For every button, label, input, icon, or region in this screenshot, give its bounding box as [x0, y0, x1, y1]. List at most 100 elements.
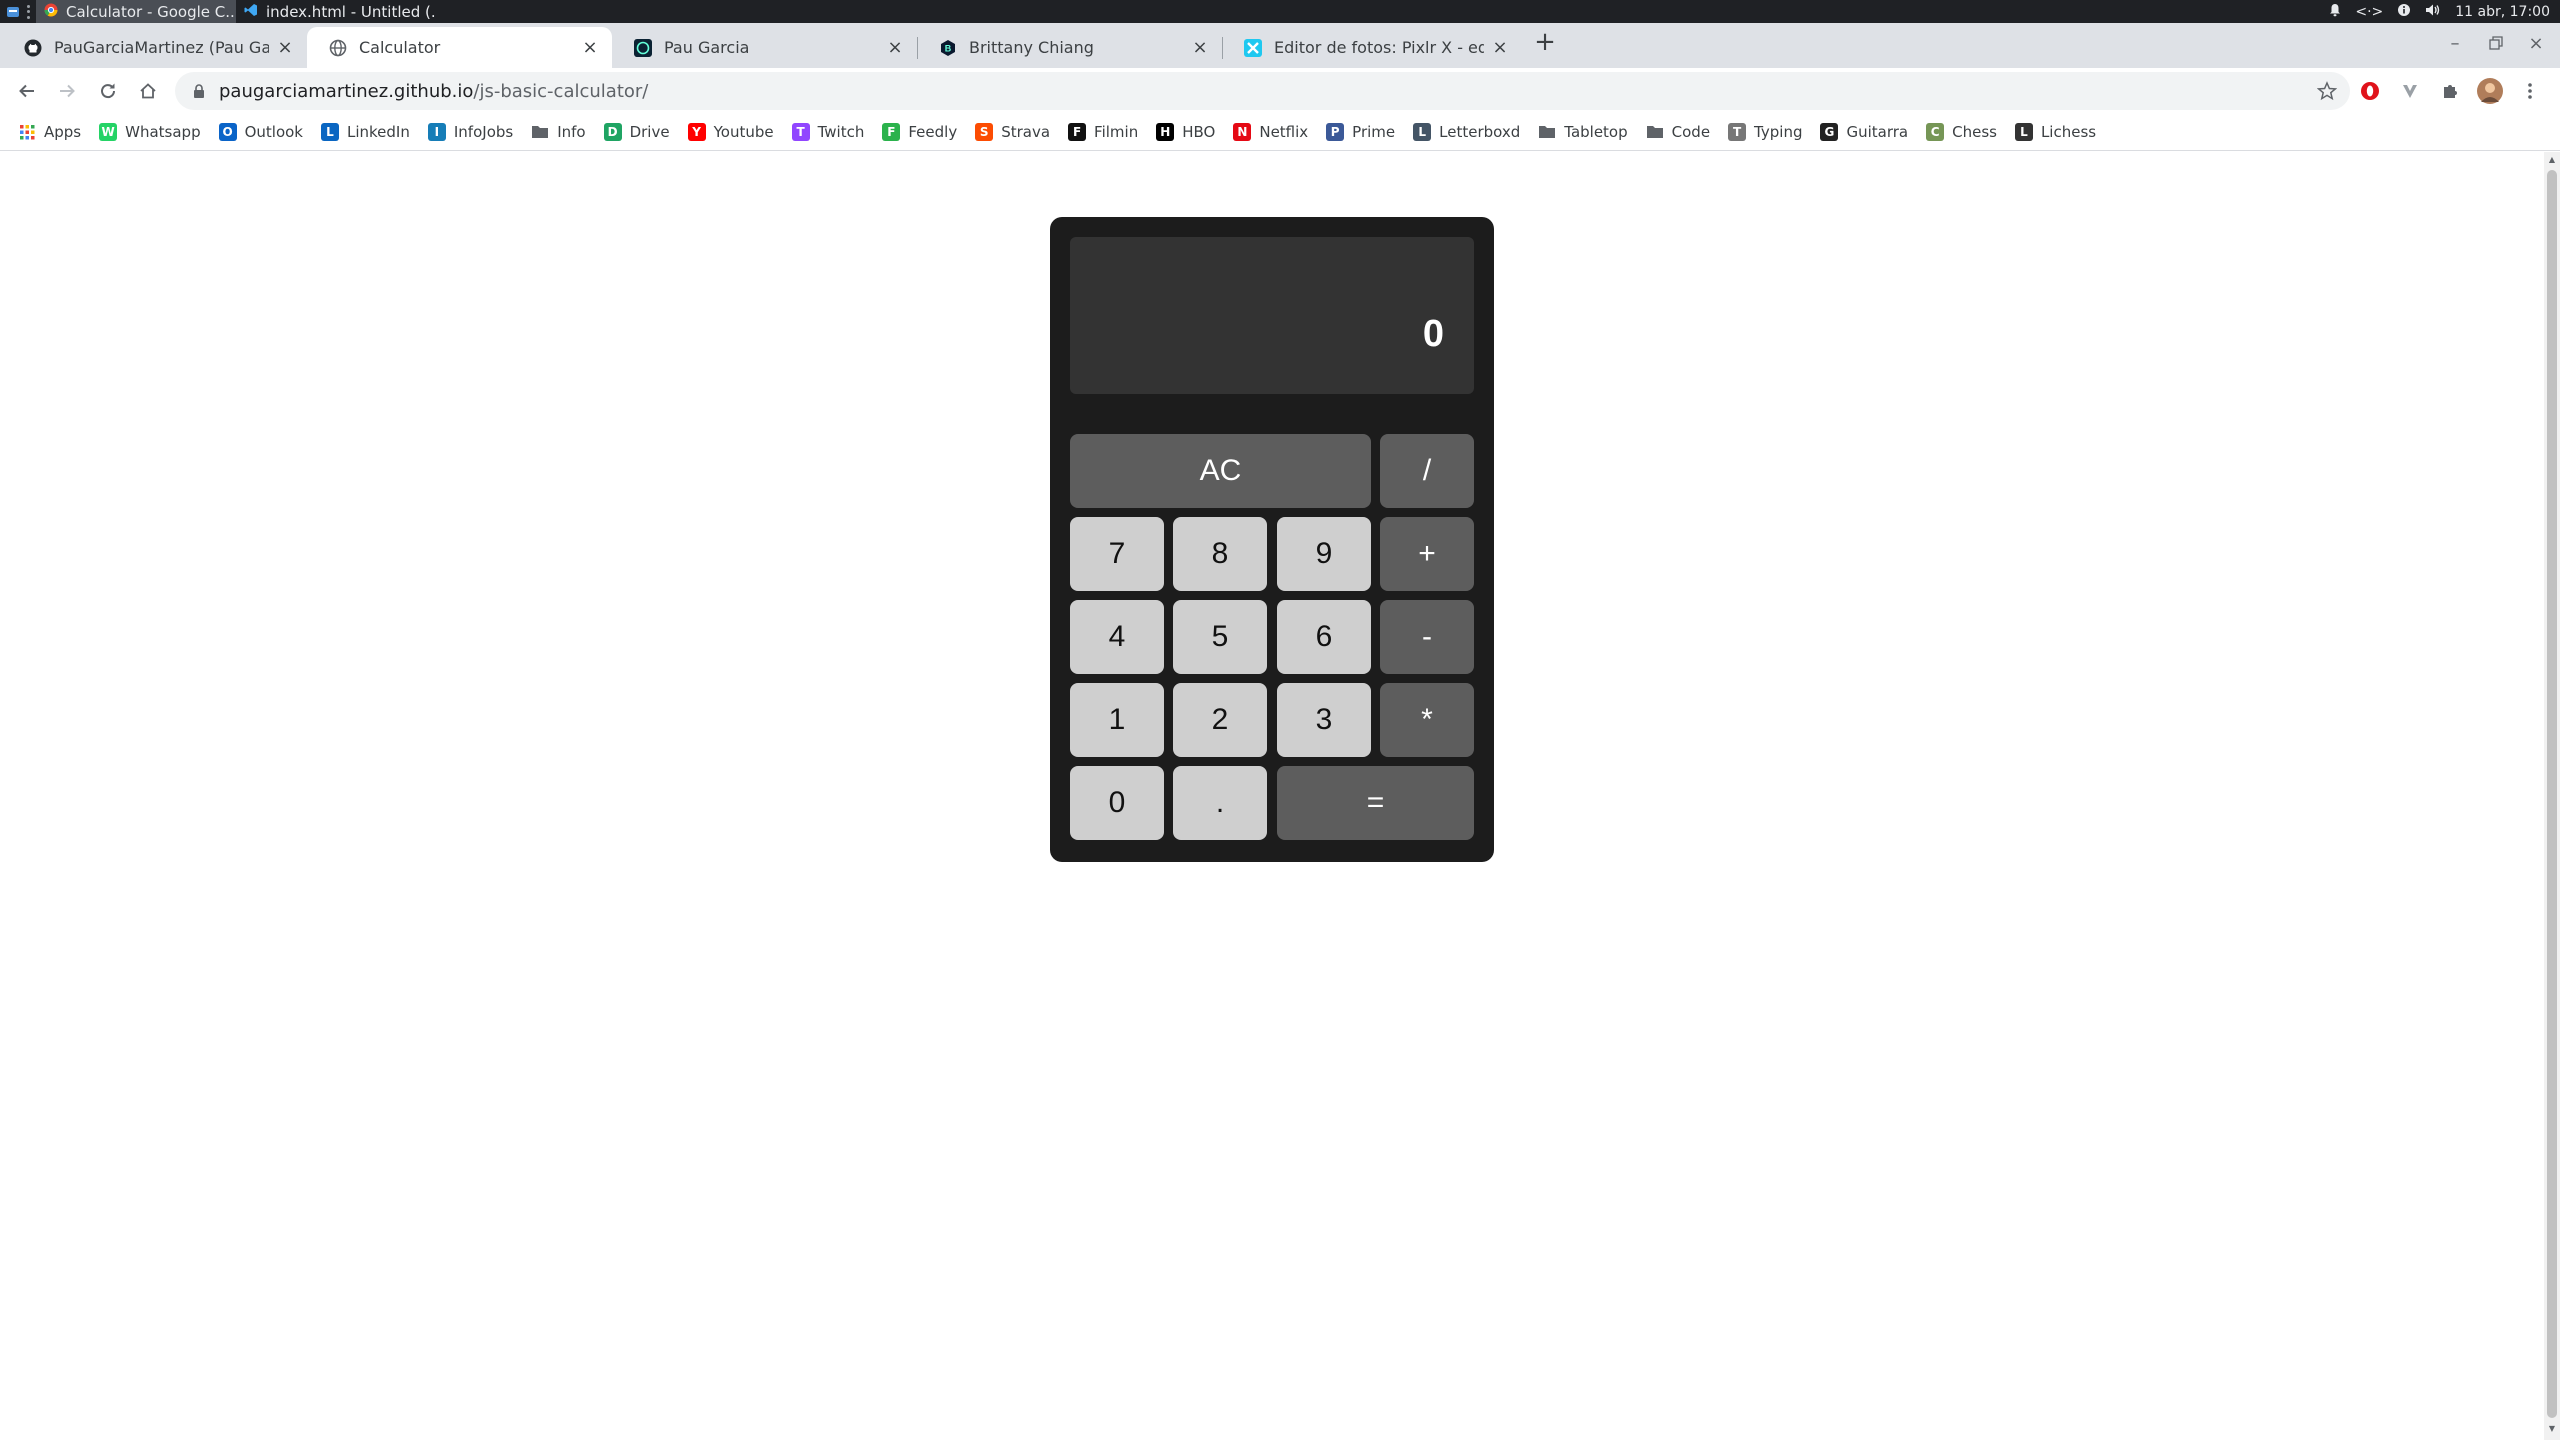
scrollbar-thumb[interactable]: [2547, 170, 2557, 1418]
calculator-display: 0: [1070, 237, 1474, 394]
address-bar[interactable]: paugarciamartinez.github.io/js-basic-cal…: [175, 72, 2350, 110]
bookmark-label: Code: [1671, 122, 1711, 141]
bookmark-tabletop[interactable]: Tabletop: [1538, 123, 1628, 141]
network-arrows-icon[interactable]: <·>: [2355, 4, 2383, 20]
tab-brittany-chiang[interactable]: B Brittany Chiang ×: [917, 27, 1222, 68]
bookmark-label: InfoJobs: [453, 122, 514, 141]
opera-extension-icon[interactable]: [2355, 76, 2385, 106]
tab-title: PauGarciaMartinez (Pau Garcia: [54, 38, 269, 57]
reload-icon[interactable]: [93, 76, 123, 106]
apps-grid-icon: [18, 123, 36, 141]
bookmark-info[interactable]: Info: [531, 123, 586, 141]
bookmark-typing[interactable]: T Typing: [1728, 122, 1802, 141]
bookmark-whatsapp[interactable]: W Whatsapp: [99, 122, 201, 141]
digit-3-button[interactable]: 3: [1277, 683, 1371, 757]
digit-7-button[interactable]: 7: [1070, 517, 1164, 591]
bookmark-star-icon[interactable]: [2316, 80, 2338, 102]
tab-close-icon[interactable]: ×: [1490, 37, 1510, 58]
bookmark-guitarra[interactable]: G Guitarra: [1820, 122, 1908, 141]
tab-close-icon[interactable]: ×: [580, 37, 600, 58]
digit-4-button[interactable]: 4: [1070, 600, 1164, 674]
bookmark-chess[interactable]: C Chess: [1926, 122, 1997, 141]
bookmark-label: Lichess: [2040, 122, 2097, 141]
tab-title: Editor de fotos: Pixlr X - edición: [1274, 38, 1484, 57]
subtract-button[interactable]: -: [1380, 600, 1474, 674]
digit-0-button[interactable]: 0: [1070, 766, 1164, 840]
lock-icon[interactable]: [191, 83, 207, 99]
bookmark-strava[interactable]: S Strava: [975, 122, 1050, 141]
tab-pixlr[interactable]: Editor de fotos: Pixlr X - edición ×: [1222, 27, 1522, 68]
clock-datetime[interactable]: 11 abr, 17:00: [2455, 4, 2550, 20]
tab-close-icon[interactable]: ×: [1190, 37, 1210, 58]
digit-5-button[interactable]: 5: [1173, 600, 1267, 674]
bookmark-label: Prime: [1352, 122, 1396, 141]
url-text[interactable]: paugarciamartinez.github.io/js-basic-cal…: [219, 81, 648, 102]
globe-icon: [329, 39, 347, 57]
tab-close-icon[interactable]: ×: [275, 37, 295, 58]
bookmark-youtube[interactable]: Y Youtube: [687, 122, 774, 141]
tab-title: Brittany Chiang: [969, 38, 1094, 57]
bookmark-outlook[interactable]: O Outlook: [218, 122, 303, 141]
volume-icon[interactable]: [2425, 3, 2441, 21]
close-window-icon[interactable]: ×: [2525, 32, 2547, 54]
bookmark-feedly[interactable]: F Feedly: [882, 122, 957, 141]
bookmark-drive[interactable]: D Drive: [603, 122, 670, 141]
bookmark-label: Apps: [44, 122, 82, 141]
menu-kebab-icon[interactable]: [2515, 76, 2545, 106]
decimal-button[interactable]: .: [1173, 766, 1267, 840]
prime-icon: P: [1326, 122, 1345, 141]
app-launcher-icon[interactable]: [6, 5, 20, 19]
scroll-up-arrow-icon[interactable]: ▲: [2547, 155, 2557, 165]
extensions-puzzle-icon[interactable]: [2435, 76, 2465, 106]
bookmark-twitch[interactable]: T Twitch: [791, 122, 864, 141]
chrome-icon: [44, 3, 58, 21]
bookmark-label: Youtube: [713, 122, 774, 141]
digit-9-button[interactable]: 9: [1277, 517, 1371, 591]
bookmark-infojobs[interactable]: I InfoJobs: [427, 122, 514, 141]
bookmark-linkedin[interactable]: L LinkedIn: [321, 122, 410, 141]
minimize-icon[interactable]: –: [2444, 32, 2466, 54]
new-tab-plus-icon[interactable]: +: [1532, 29, 1558, 56]
add-button[interactable]: +: [1380, 517, 1474, 591]
twitch-icon: T: [791, 122, 810, 141]
ac-button[interactable]: AC: [1070, 434, 1371, 508]
bookmark-hbo[interactable]: H HBO: [1156, 122, 1215, 141]
digit-2-button[interactable]: 2: [1173, 683, 1267, 757]
scroll-down-arrow-icon[interactable]: ▼: [2547, 1424, 2557, 1434]
home-icon[interactable]: [133, 76, 163, 106]
tab-pau-garcia[interactable]: Pau Garcia ×: [612, 27, 917, 68]
digit-8-button[interactable]: 8: [1173, 517, 1267, 591]
equals-button[interactable]: =: [1277, 766, 1474, 840]
bookmark-netflix[interactable]: N Netflix: [1233, 122, 1308, 141]
bookmark-filmin[interactable]: F Filmin: [1068, 122, 1138, 141]
bookmark-lichess[interactable]: L Lichess: [2014, 122, 2097, 141]
letterboxd-icon: L: [1413, 122, 1432, 141]
bookmark-prime[interactable]: P Prime: [1326, 122, 1396, 141]
notification-bell-icon[interactable]: [2329, 3, 2341, 21]
vpn-extension-icon[interactable]: [2395, 76, 2425, 106]
multiply-button[interactable]: *: [1380, 683, 1474, 757]
svg-text:B: B: [945, 43, 952, 53]
tab-strip: PauGarciaMartinez (Pau Garcia × Calculat…: [0, 23, 2560, 68]
infojobs-icon: I: [427, 122, 446, 141]
back-arrow-icon[interactable]: [12, 76, 42, 106]
tab-github[interactable]: PauGarciaMartinez (Pau Garcia ×: [2, 27, 307, 68]
taskbar-item-label: index.html - Untitled (...: [266, 2, 436, 21]
bookmark-letterboxd[interactable]: L Letterboxd: [1413, 122, 1520, 141]
info-circle-icon[interactable]: [2397, 3, 2411, 21]
digit-1-button[interactable]: 1: [1070, 683, 1164, 757]
forward-arrow-icon[interactable]: [52, 76, 82, 106]
divide-button[interactable]: /: [1380, 434, 1474, 508]
digit-6-button[interactable]: 6: [1277, 600, 1371, 674]
os-taskbar: Calculator - Google C... index.html - Un…: [0, 0, 2560, 23]
bookmark-code[interactable]: Code: [1646, 123, 1710, 141]
profile-avatar[interactable]: [2475, 76, 2505, 106]
restore-icon[interactable]: [2485, 32, 2507, 54]
tab-close-icon[interactable]: ×: [885, 37, 905, 58]
taskbar-item-vscode[interactable]: index.html - Untitled (...: [236, 0, 436, 23]
bookmark-apps[interactable]: Apps: [18, 123, 81, 141]
tab-calculator[interactable]: Calculator ×: [307, 27, 612, 68]
page-scrollbar[interactable]: ▲ ▼: [2544, 152, 2560, 1440]
browser-toolbar: paugarciamartinez.github.io/js-basic-cal…: [0, 68, 2560, 113]
taskbar-item-chrome[interactable]: Calculator - Google C...: [36, 0, 236, 23]
